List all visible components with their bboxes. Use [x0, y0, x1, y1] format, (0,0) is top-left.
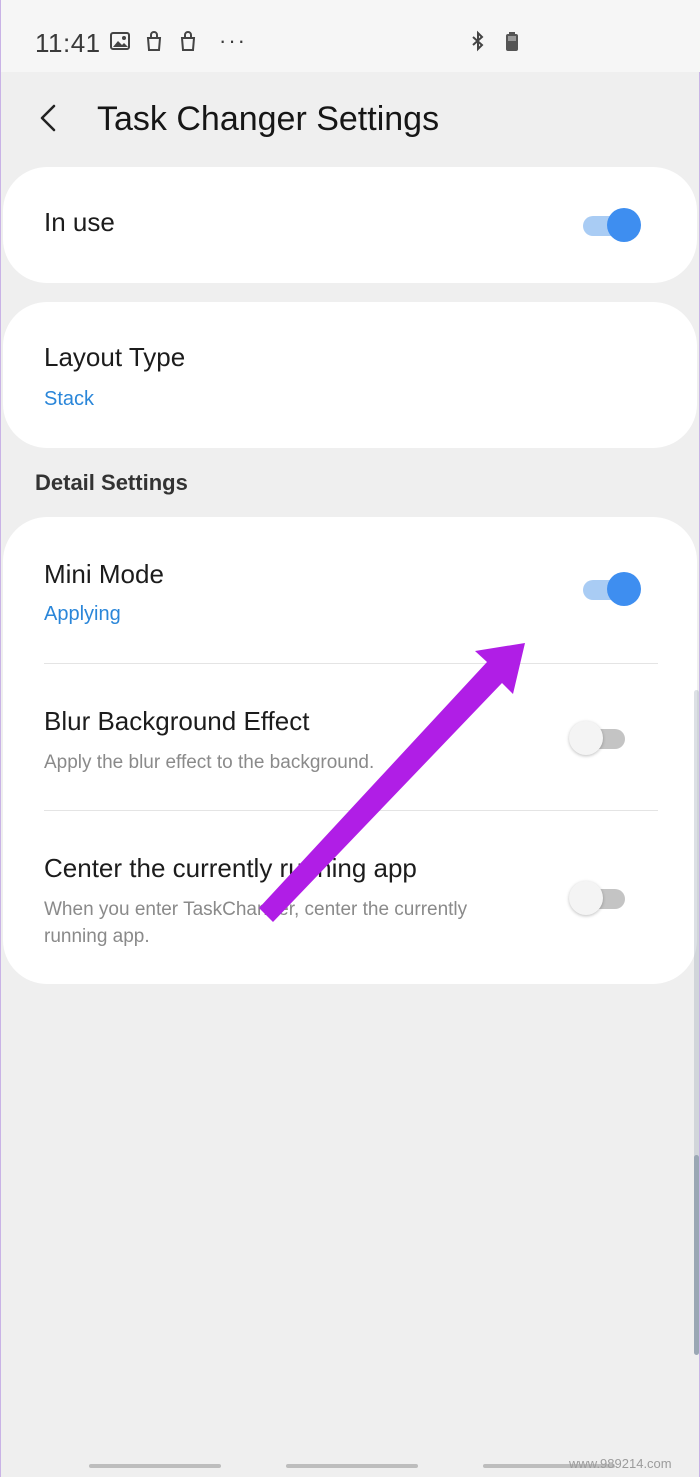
in-use-toggle[interactable] — [583, 205, 643, 245]
back-button[interactable] — [27, 96, 71, 140]
nav-home-button[interactable] — [286, 1464, 418, 1468]
status-bar: 11:41 ··· — [1, 0, 700, 72]
layout-type-value: Stack — [44, 388, 95, 410]
blur-background-label: Blur Background Effect — [44, 706, 310, 736]
section-header-detail-settings: Detail Settings — [35, 470, 188, 495]
gallery-icon — [109, 30, 131, 52]
app-header: Task Changer Settings — [1, 72, 700, 168]
divider — [44, 810, 658, 811]
more-notifications-icon: ··· — [219, 28, 247, 53]
back-arrow-icon — [40, 104, 56, 132]
layout-type-card[interactable]: Layout Type Stack — [3, 302, 697, 448]
scrollbar-thumb[interactable] — [694, 1155, 699, 1355]
detail-settings-card: Mini Mode Applying Blur Background Effec… — [3, 517, 697, 984]
toggle-thumb — [569, 721, 603, 755]
scrollbar[interactable] — [694, 690, 699, 1190]
notification-icons: ··· — [109, 30, 247, 52]
bag-icon — [177, 30, 199, 52]
bluetooth-icon — [467, 30, 489, 52]
toggle-thumb — [607, 208, 641, 242]
blur-background-toggle[interactable] — [569, 718, 631, 758]
watermark: www.989214.com — [569, 1456, 672, 1471]
in-use-card[interactable]: In use — [3, 167, 697, 283]
mini-mode-label: Mini Mode — [44, 559, 164, 589]
divider — [44, 663, 658, 664]
center-app-toggle[interactable] — [569, 878, 631, 918]
center-app-description: When you enter TaskChanger, center the c… — [44, 899, 468, 947]
blur-background-description: Apply the blur effect to the background. — [44, 752, 375, 773]
status-time: 11:41 — [35, 28, 101, 58]
layout-type-label: Layout Type — [44, 342, 186, 372]
system-icons — [467, 30, 523, 52]
page-title: Task Changer Settings — [97, 100, 440, 138]
center-app-label: Center the currently running app — [44, 853, 417, 883]
battery-icon — [501, 30, 523, 52]
bag-icon — [143, 30, 165, 52]
in-use-label: In use — [44, 207, 115, 237]
settings-screen: 11:41 ··· Task Changer Settings In use L… — [0, 0, 700, 1477]
nav-recents-button[interactable] — [89, 1464, 221, 1468]
mini-mode-status: Applying — [44, 603, 121, 625]
toggle-thumb — [569, 881, 603, 915]
toggle-thumb — [607, 572, 641, 606]
mini-mode-toggle[interactable] — [583, 569, 643, 609]
